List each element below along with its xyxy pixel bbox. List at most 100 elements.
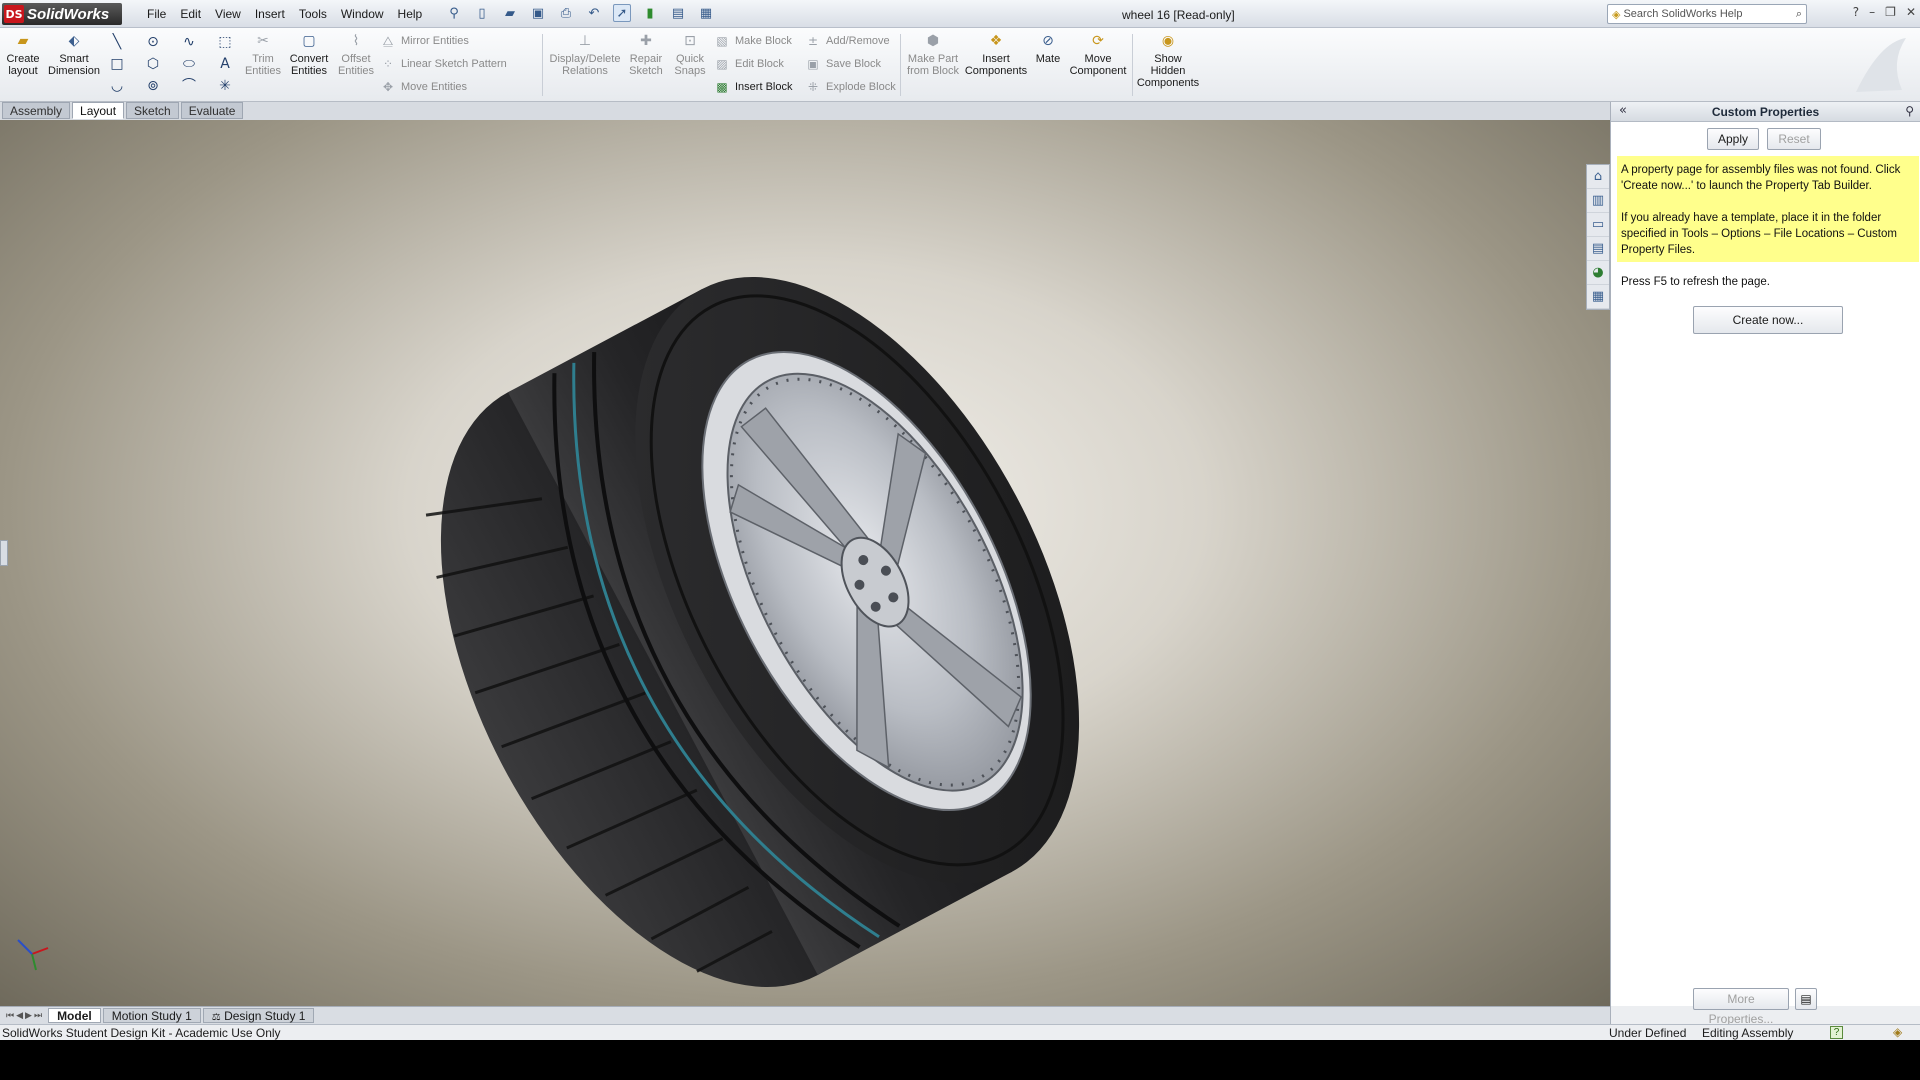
tab-model[interactable]: Model: [48, 1008, 101, 1023]
menu-edit[interactable]: Edit: [173, 7, 208, 21]
save-block-button[interactable]: ▣ Save Block: [805, 56, 881, 72]
add-remove-button[interactable]: ± Add/Remove: [805, 33, 890, 49]
tab-sketch[interactable]: Sketch: [126, 102, 179, 119]
edit-block-button[interactable]: ▨ Edit Block: [714, 56, 784, 72]
convert-entities-button[interactable]: ▢ Convert Entities: [286, 32, 332, 77]
create-layout-button[interactable]: ▰ Create layout: [4, 32, 42, 77]
search-icon[interactable]: ⌕: [1796, 7, 1806, 21]
select-arrow-icon[interactable]: ➚: [613, 4, 631, 22]
help-search-box[interactable]: ◈ Search SolidWorks Help ⌕: [1607, 4, 1807, 24]
appearances-scenes-icon[interactable]: ◕: [1587, 261, 1609, 285]
offset-entities-icon: ⌇: [352, 33, 360, 49]
mate-paperclip-icon: ⊘: [1042, 33, 1054, 49]
offset-entities-button[interactable]: ⌇ Offset Entities: [336, 32, 376, 77]
print-icon[interactable]: ⎙: [557, 4, 575, 22]
tab-evaluate[interactable]: Evaluate: [180, 102, 244, 119]
rebuild-status-icon[interactable]: ◈: [1893, 1025, 1902, 1039]
solidworks-logo[interactable]: DS SolidWorks: [2, 3, 122, 25]
design-library-icon[interactable]: ▥: [1587, 189, 1609, 213]
next-tab-icon[interactable]: ▶: [25, 1011, 32, 1021]
repair-sketch-button[interactable]: ✚ Repair Sketch: [626, 32, 666, 77]
close-icon[interactable]: ✕: [1906, 5, 1916, 19]
new-document-icon[interactable]: ▯: [473, 4, 491, 22]
smart-dimension-button[interactable]: ⬖ Smart Dimension: [46, 32, 102, 77]
make-block-button[interactable]: ▧ Make Block: [714, 33, 792, 49]
window-controls: ? – ❐ ✕: [1853, 5, 1916, 19]
sketch-point-icon[interactable]: ✳: [216, 77, 234, 95]
apply-button[interactable]: Apply: [1707, 128, 1759, 150]
edit-block-label: Edit Block: [735, 58, 784, 70]
status-bar: SolidWorks Student Design Kit - Academic…: [0, 1024, 1920, 1040]
explode-block-icon: ⁜: [807, 80, 819, 94]
centerline-icon[interactable]: ⌒: [180, 77, 198, 95]
notice-paragraph-1: A property page for assembly files was n…: [1621, 164, 1901, 192]
first-tab-icon[interactable]: ⏮: [6, 1011, 14, 1021]
repair-sketch-label: Repair Sketch: [629, 53, 663, 77]
show-hidden-components-icon: ◉: [1161, 33, 1175, 49]
create-now-button[interactable]: Create now...: [1693, 306, 1843, 334]
menu-insert[interactable]: Insert: [248, 7, 292, 21]
property-tab-builder-icon[interactable]: ▤: [1795, 988, 1817, 1010]
quick-tips-help-icon[interactable]: ?: [1830, 1026, 1843, 1039]
options-icon[interactable]: ▦: [697, 4, 715, 22]
restore-icon[interactable]: ❐: [1885, 5, 1896, 19]
menu-file[interactable]: File: [140, 7, 173, 21]
tab-design-study[interactable]: ⚖ Design Study 1: [202, 1008, 315, 1023]
help-menu-icon[interactable]: ?: [1853, 5, 1859, 19]
file-properties-icon[interactable]: ▤: [669, 4, 687, 22]
linear-sketch-pattern-button[interactable]: ⁘ Linear Sketch Pattern: [380, 56, 507, 72]
display-delete-relations-button[interactable]: ⊥ Display/Delete Relations: [548, 32, 622, 77]
undo-icon[interactable]: ↶: [585, 4, 603, 22]
spline-icon[interactable]: ∿: [180, 33, 198, 51]
tab-layout[interactable]: Layout: [72, 102, 125, 119]
more-properties-button[interactable]: More Properties...: [1693, 988, 1789, 1026]
insert-components-button[interactable]: ❖ Insert Components: [964, 32, 1028, 77]
arc-icon[interactable]: ◡: [108, 77, 126, 95]
repair-sketch-icon: ✚: [640, 33, 652, 49]
point-icon[interactable]: ⊚: [144, 77, 162, 95]
graphics-area[interactable]: ⊕ ⊞ ↶ ◧ ⬚ ◩ ◎ ● ◍ ▦ – ❐ ✕: [0, 102, 1610, 1006]
polygon-icon[interactable]: ⬡: [144, 55, 162, 73]
prev-tab-icon[interactable]: ◀: [16, 1011, 23, 1021]
minimize-icon[interactable]: –: [1869, 5, 1875, 19]
line-icon[interactable]: ╲: [108, 33, 126, 51]
save-icon[interactable]: ▣: [529, 4, 547, 22]
rectangle-icon[interactable]: □: [108, 55, 126, 73]
add-remove-icon: ±: [807, 34, 819, 48]
move-entities-button[interactable]: ✥ Move Entities: [380, 79, 467, 95]
circle-icon[interactable]: ⊙: [144, 33, 162, 51]
quick-access-toolbar: ⚲ ▯ ▰ ▣ ⎙ ↶ ➚ ▮ ▤ ▦: [445, 4, 715, 22]
pin-icon[interactable]: ⚲: [445, 4, 463, 22]
relations-icon: ⊥: [578, 33, 592, 49]
reset-button[interactable]: Reset: [1767, 128, 1821, 150]
feature-manager-expand-handle[interactable]: [0, 540, 8, 566]
make-part-from-block-button[interactable]: ⬢ Make Part from Block: [906, 32, 960, 77]
solidworks-resources-home-icon[interactable]: ⌂: [1587, 165, 1609, 189]
tab-assembly[interactable]: Assembly: [2, 102, 71, 119]
offset-entities-label: Offset Entities: [337, 53, 375, 77]
explode-block-button[interactable]: ⁜ Explode Block: [805, 79, 896, 95]
wheel-model-render[interactable]: [400, 252, 1120, 1006]
view-palette-icon[interactable]: ▤: [1587, 237, 1609, 261]
ellipse-icon[interactable]: ⬭: [180, 55, 198, 73]
menu-help[interactable]: Help: [391, 7, 430, 21]
trim-entities-button[interactable]: ✂ Trim Entities: [244, 32, 282, 77]
mate-button[interactable]: ⊘ Mate: [1032, 32, 1064, 65]
pin-icon[interactable]: ⚲: [1905, 104, 1914, 118]
open-folder-icon[interactable]: ▰: [501, 4, 519, 22]
rebuild-icon[interactable]: ▮: [641, 4, 659, 22]
move-component-button[interactable]: ⟳ Move Component: [1068, 32, 1128, 77]
menu-tools[interactable]: Tools: [292, 7, 334, 21]
mirror-entities-button[interactable]: ⧋ Mirror Entities: [380, 33, 469, 49]
menu-window[interactable]: Window: [334, 7, 391, 21]
text-icon[interactable]: A: [216, 55, 234, 73]
file-explorer-folder-icon[interactable]: ▭: [1587, 213, 1609, 237]
insert-block-button[interactable]: ▩ Insert Block: [714, 79, 792, 95]
show-hidden-components-button[interactable]: ◉ Show Hidden Components: [1136, 32, 1200, 89]
sketch-fillet-icon[interactable]: ⬚: [216, 33, 234, 51]
custom-properties-icon[interactable]: ▦: [1587, 285, 1609, 309]
last-tab-icon[interactable]: ⏭: [34, 1011, 42, 1021]
menu-view[interactable]: View: [208, 7, 248, 21]
tab-motion-study[interactable]: Motion Study 1: [102, 1008, 201, 1023]
quick-snaps-button[interactable]: ⊡ Quick Snaps: [670, 32, 710, 77]
